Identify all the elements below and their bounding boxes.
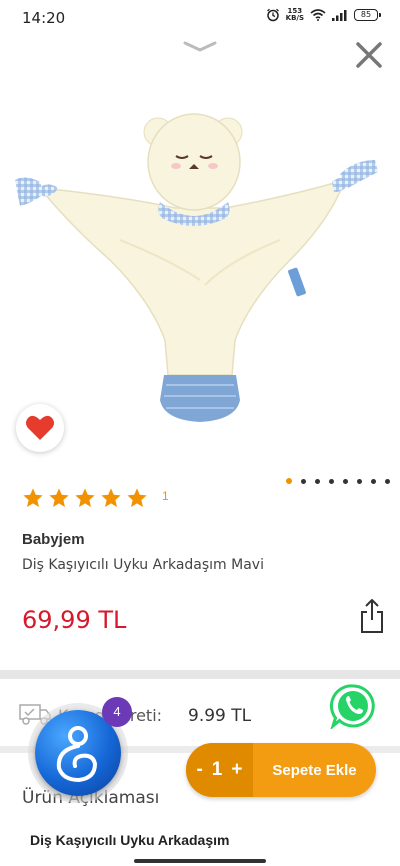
- chevron-down-icon: [183, 41, 217, 52]
- rating-count[interactable]: 1: [162, 489, 169, 503]
- battery-icon: 85: [354, 9, 381, 21]
- image-carousel-indicator[interactable]: [286, 478, 390, 484]
- bear-comforter-picture: [15, 113, 378, 422]
- star-icon: [127, 488, 147, 507]
- star-icon: [49, 488, 69, 507]
- product-brand[interactable]: Babyjem: [22, 531, 85, 548]
- status-icons: 153 KB/S 85: [266, 8, 381, 22]
- description-title: Diş Kaşıyıcılı Uyku Arkadaşım: [30, 832, 230, 848]
- home-indicator[interactable]: [134, 859, 266, 863]
- whatsapp-button[interactable]: [329, 683, 376, 731]
- carousel-dot[interactable]: [329, 478, 334, 484]
- net-speed-unit: KB/S: [285, 14, 304, 22]
- carousel-dot[interactable]: [286, 478, 292, 484]
- carousel-dot[interactable]: [357, 478, 362, 484]
- star-icon: [23, 488, 43, 507]
- collapse-button[interactable]: [182, 38, 218, 56]
- add-to-cart-button[interactable]: Sepete Ekle: [253, 762, 376, 779]
- close-icon: [356, 42, 382, 68]
- carousel-dot[interactable]: [315, 478, 320, 484]
- whatsapp-icon: [329, 684, 375, 731]
- product-name: Diş Kaşıyıcılı Uyku Arkadaşım Mavi: [22, 557, 264, 573]
- increase-quantity-button[interactable]: +: [231, 759, 242, 781]
- rating[interactable]: 1: [22, 487, 169, 509]
- star-icon: [75, 488, 95, 507]
- shipping-price: 9.99 TL: [188, 706, 252, 726]
- favorite-button[interactable]: [16, 404, 64, 452]
- share-icon: [361, 599, 383, 633]
- net-speed: 153 KB/S: [286, 8, 304, 22]
- add-to-cart-bar: - 1 + Sepete Ekle: [186, 743, 376, 797]
- status-bar: 14:20 153 KB/S 85: [0, 0, 400, 34]
- product-price: 69,99 TL: [22, 606, 127, 634]
- carousel-dot[interactable]: [385, 478, 390, 484]
- carousel-dot[interactable]: [371, 478, 376, 484]
- alarm-icon: [266, 8, 280, 22]
- quantity-stepper: - 1 +: [186, 743, 253, 797]
- status-time: 14:20: [22, 9, 66, 27]
- close-button[interactable]: [352, 38, 386, 72]
- decrease-quantity-button[interactable]: -: [196, 759, 202, 781]
- signal-icon: [332, 9, 348, 21]
- wifi-icon: [310, 9, 326, 21]
- carousel-dot[interactable]: [343, 478, 348, 484]
- product-image[interactable]: [0, 100, 400, 450]
- quantity-value: 1: [211, 759, 223, 780]
- section-divider: [0, 670, 400, 679]
- star-icon: [101, 488, 121, 507]
- rating-stars: [22, 487, 152, 509]
- share-button[interactable]: [358, 598, 386, 634]
- notification-badge: 4: [102, 697, 132, 727]
- heart-icon: [26, 415, 54, 440]
- carousel-dot[interactable]: [301, 478, 306, 484]
